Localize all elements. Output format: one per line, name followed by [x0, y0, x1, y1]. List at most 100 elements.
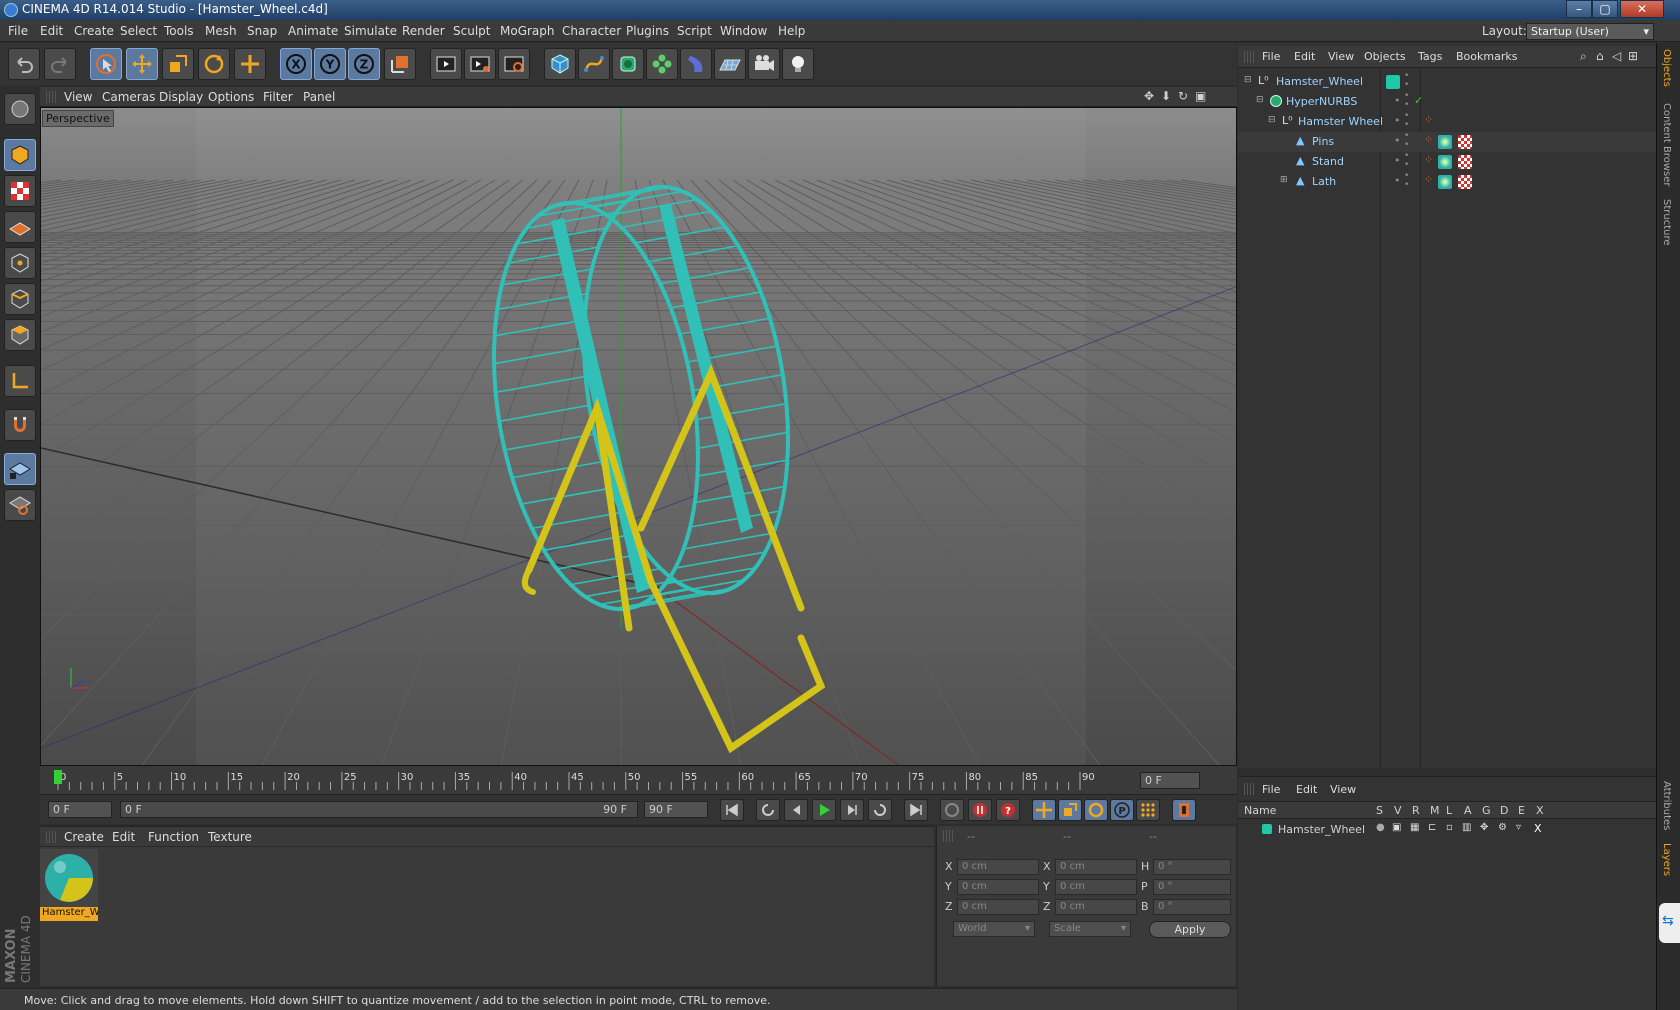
phong-tag-icon[interactable]: ⁘ [1424, 113, 1433, 126]
menu-animate[interactable]: Animate [288, 24, 338, 38]
go-to-next-key-button[interactable] [868, 799, 892, 821]
visibility-dots[interactable]: • • [1404, 72, 1409, 90]
layers-menu-file[interactable]: File [1262, 783, 1280, 796]
record-scale-button[interactable] [1058, 799, 1082, 821]
material-menu-texture[interactable]: Texture [208, 830, 252, 844]
locked-workplane-button[interactable] [4, 453, 36, 485]
view-icon[interactable]: ▣ [1392, 822, 1401, 833]
generators-icon[interactable]: ✥ [1480, 822, 1488, 833]
layer-col-d[interactable]: D [1500, 804, 1508, 817]
menu-window[interactable]: Window [720, 24, 767, 38]
viewport-menu-options[interactable]: Options [208, 90, 254, 104]
z-axis-button[interactable]: Z [348, 48, 380, 80]
minimize-button[interactable]: – [1566, 0, 1592, 18]
objects-menu-bookmarks[interactable]: Bookmarks [1456, 50, 1517, 63]
collapse-toggle[interactable]: ⊟ [1268, 115, 1276, 125]
scale-button[interactable] [162, 48, 194, 80]
manager-icon[interactable]: ⊏ [1428, 822, 1436, 833]
spline-object-button[interactable] [578, 48, 610, 80]
enabled-check-icon[interactable]: ✓ [1414, 94, 1423, 107]
menu-snap[interactable]: Snap [247, 24, 277, 38]
layer-col-m[interactable]: M [1430, 804, 1440, 817]
layer-color-tag[interactable] [1386, 75, 1400, 89]
tab-layers[interactable]: Layers [1661, 843, 1672, 876]
panel-grip[interactable] [943, 830, 953, 842]
menu-script[interactable]: Script [677, 24, 712, 38]
visibility-dots[interactable]: • • [1404, 152, 1409, 170]
tab-structure[interactable]: Structure [1661, 199, 1672, 246]
menu-create[interactable]: Create [74, 24, 114, 38]
perspective-viewport[interactable] [40, 107, 1237, 766]
visibility-dots[interactable]: • • [1404, 172, 1409, 190]
edges-mode-button[interactable] [4, 283, 36, 315]
position-x-field[interactable]: 0 cm [957, 859, 1039, 875]
layer-col-name[interactable]: Name [1244, 804, 1276, 817]
layer-col-g[interactable]: G [1482, 804, 1491, 817]
layers-menu-view[interactable]: View [1330, 783, 1356, 796]
rotate-button[interactable] [198, 48, 230, 80]
timeline-ruler[interactable]: 0 5 10 15 20 25 30 35 40 45 50 55 60 65 70 75 80 85 90 0 F [40, 766, 1237, 794]
objects-menu-file[interactable]: File [1262, 50, 1280, 63]
viewport-menu-panel[interactable]: Panel [303, 90, 335, 104]
deformer-button[interactable] [680, 48, 712, 80]
coordinate-mode-dropdown[interactable]: World ▾ [953, 921, 1035, 937]
menu-mograph[interactable]: MoGraph [500, 24, 555, 38]
object-row-stand[interactable]: ▲ Stand • • • ⁘ [1238, 152, 1656, 172]
record-rotation-button[interactable] [1084, 799, 1108, 821]
rotation-b-field[interactable]: 0 ° [1153, 899, 1231, 915]
viewport-maximize-icon[interactable]: ▣ [1195, 89, 1206, 103]
planar-workplane-button[interactable] [4, 489, 36, 521]
record-parameter-button[interactable]: P [1110, 799, 1134, 821]
material-tag-icon[interactable] [1438, 155, 1452, 169]
snap-button[interactable] [4, 409, 36, 441]
menu-tools[interactable]: Tools [164, 24, 194, 38]
teamviewer-widget[interactable]: ⇆ [1659, 903, 1680, 943]
solo-icon[interactable]: ● [1376, 822, 1385, 833]
expressions-icon[interactable]: ▿ [1516, 822, 1521, 833]
viewport-menu-cameras[interactable]: Cameras [102, 90, 155, 104]
polygons-mode-button[interactable] [4, 319, 36, 351]
play-button[interactable] [812, 799, 836, 821]
timeline-window-button[interactable] [1172, 799, 1196, 821]
visibility-dots[interactable]: • • [1404, 92, 1409, 110]
size-x-field[interactable]: 0 cm [1055, 859, 1137, 875]
size-y-field[interactable]: 0 cm [1055, 879, 1137, 895]
layer-col-x[interactable]: X [1536, 804, 1544, 817]
rotation-p-field[interactable]: 0 ° [1153, 879, 1231, 895]
uvw-tag-icon[interactable] [1458, 155, 1472, 169]
new-window-icon[interactable]: ⊞ [1628, 49, 1638, 63]
end-frame-field[interactable]: 90 F [644, 801, 708, 818]
home-icon[interactable]: ⌂ [1596, 49, 1604, 63]
material-thumbnail[interactable]: Hamster_W [40, 849, 98, 921]
material-menu-function[interactable]: Function [148, 830, 199, 844]
back-icon[interactable]: ◁ [1612, 49, 1621, 63]
viewport-rotate-icon[interactable]: ↻ [1178, 89, 1188, 103]
visibility-dot[interactable]: • [1394, 114, 1401, 127]
render-view-button[interactable] [430, 48, 462, 80]
maximize-button[interactable]: ▢ [1592, 0, 1618, 18]
object-row-hamster-wheel[interactable]: ⊟ L⁰ Hamster_Wheel • • [1238, 72, 1656, 92]
menu-simulate[interactable]: Simulate [344, 24, 397, 38]
animation-icon[interactable]: ▥ [1462, 822, 1471, 833]
undo-button[interactable] [8, 48, 40, 80]
objects-menu-view[interactable]: View [1328, 50, 1354, 63]
menu-character[interactable]: Character [562, 24, 621, 38]
workplane-mode-button[interactable] [4, 211, 36, 243]
panel-grip[interactable] [1244, 51, 1254, 63]
keyframe-selection-button[interactable]: ? [996, 799, 1020, 821]
viewport-menu-view[interactable]: View [64, 90, 92, 104]
tab-content-browser[interactable]: Content Browser [1661, 103, 1672, 186]
add-tool-button[interactable] [234, 48, 266, 80]
menu-select[interactable]: Select [120, 24, 157, 38]
viewport-menu-display[interactable]: Display [159, 90, 203, 104]
y-axis-button[interactable]: Y [314, 48, 346, 80]
phong-tag-icon[interactable]: ⁘ [1424, 133, 1433, 146]
previous-frame-button[interactable] [784, 799, 808, 821]
layer-col-v[interactable]: V [1394, 804, 1402, 817]
layer-col-r[interactable]: R [1412, 804, 1420, 817]
frame-range-slider[interactable]: 0 F 90 F [120, 801, 638, 818]
points-mode-button[interactable] [4, 247, 36, 279]
menu-mesh[interactable]: Mesh [205, 24, 237, 38]
start-frame-field[interactable]: 0 F [48, 801, 112, 818]
material-menu-create[interactable]: Create [64, 830, 104, 844]
